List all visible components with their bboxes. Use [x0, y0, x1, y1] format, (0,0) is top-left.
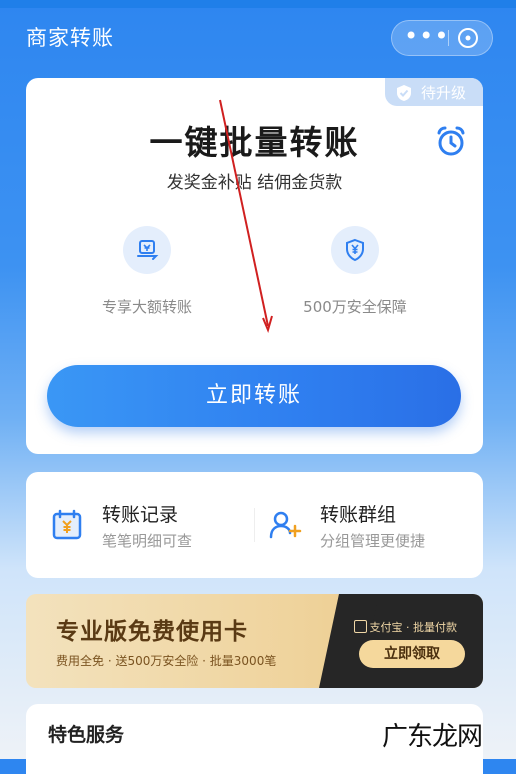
badge-label: 待升级 — [421, 84, 467, 102]
transfer-records-title: 转账记录 — [102, 504, 179, 526]
status-bar — [0, 0, 516, 8]
transfer-records-entry[interactable]: 转账记录 笔笔明细可查 — [50, 472, 250, 578]
page-title: 商家转账 — [26, 26, 114, 50]
add-user-icon — [269, 511, 302, 539]
quick-actions-card: 转账记录 笔笔明细可查 转账群组 分组管理更便捷 — [26, 472, 483, 578]
claim-now-button[interactable]: 立即领取 — [359, 640, 465, 668]
site-watermark: 广东龙网 — [382, 722, 483, 752]
transfer-groups-title: 转账群组 — [320, 504, 397, 526]
special-services-title: 特色服务 — [48, 724, 125, 746]
feature-icon-circle — [123, 226, 171, 274]
promo-subtitle: 费用全免 · 送500万安全险 · 批量3000笔 — [56, 654, 277, 668]
transfer-now-button[interactable]: 立即转账 — [47, 365, 461, 427]
promo-logo-label: 支付宝 · 批量付款 — [369, 621, 458, 634]
mini-program-capsule: ••• — [391, 20, 493, 56]
batch-transfer-card: 待升级 一键批量转账 发奖金补贴 结佣金货款 专享大额转账 500万安全保障 立… — [26, 78, 483, 454]
feature-label: 500万安全保障 — [303, 298, 407, 316]
calendar-yuan-icon — [52, 509, 82, 540]
capsule-divider — [448, 30, 449, 46]
alarm-clock-icon[interactable] — [434, 124, 468, 162]
navigation-bar: 商家转账 ••• — [0, 8, 516, 66]
feature-icon-circle — [331, 226, 379, 274]
upgrade-badge[interactable]: 待升级 — [385, 78, 483, 106]
shield-check-icon — [397, 85, 411, 101]
transfer-groups-entry[interactable]: 转账群组 分组管理更便捷 — [268, 472, 468, 578]
yuan-shield-icon — [346, 238, 364, 262]
close-button[interactable] — [456, 26, 480, 50]
feature-security: 500万安全保障 — [275, 226, 435, 317]
close-circle-icon — [458, 28, 478, 48]
alipay-icon — [353, 620, 367, 633]
quick-divider — [254, 508, 255, 542]
feature-label: 专享大额转账 — [101, 298, 192, 316]
main-headline: 一键批量转账 — [149, 123, 360, 162]
transfer-groups-subtitle: 分组管理更便捷 — [320, 532, 426, 550]
main-subline: 发奖金补贴 结佣金货款 — [166, 173, 343, 193]
feature-large-transfer: 专享大额转账 — [67, 226, 227, 317]
alipay-logo-text: 支付宝 · 批量付款 — [353, 619, 458, 635]
more-button[interactable]: ••• — [404, 21, 448, 55]
pro-version-promo-banner[interactable]: 专业版免费使用卡 费用全免 · 送500万安全险 · 批量3000笔 支付宝 ·… — [26, 594, 483, 688]
promo-title: 专业版免费使用卡 — [56, 619, 248, 645]
transfer-records-subtitle: 笔笔明细可查 — [102, 532, 193, 550]
money-transfer-icon — [137, 240, 159, 260]
